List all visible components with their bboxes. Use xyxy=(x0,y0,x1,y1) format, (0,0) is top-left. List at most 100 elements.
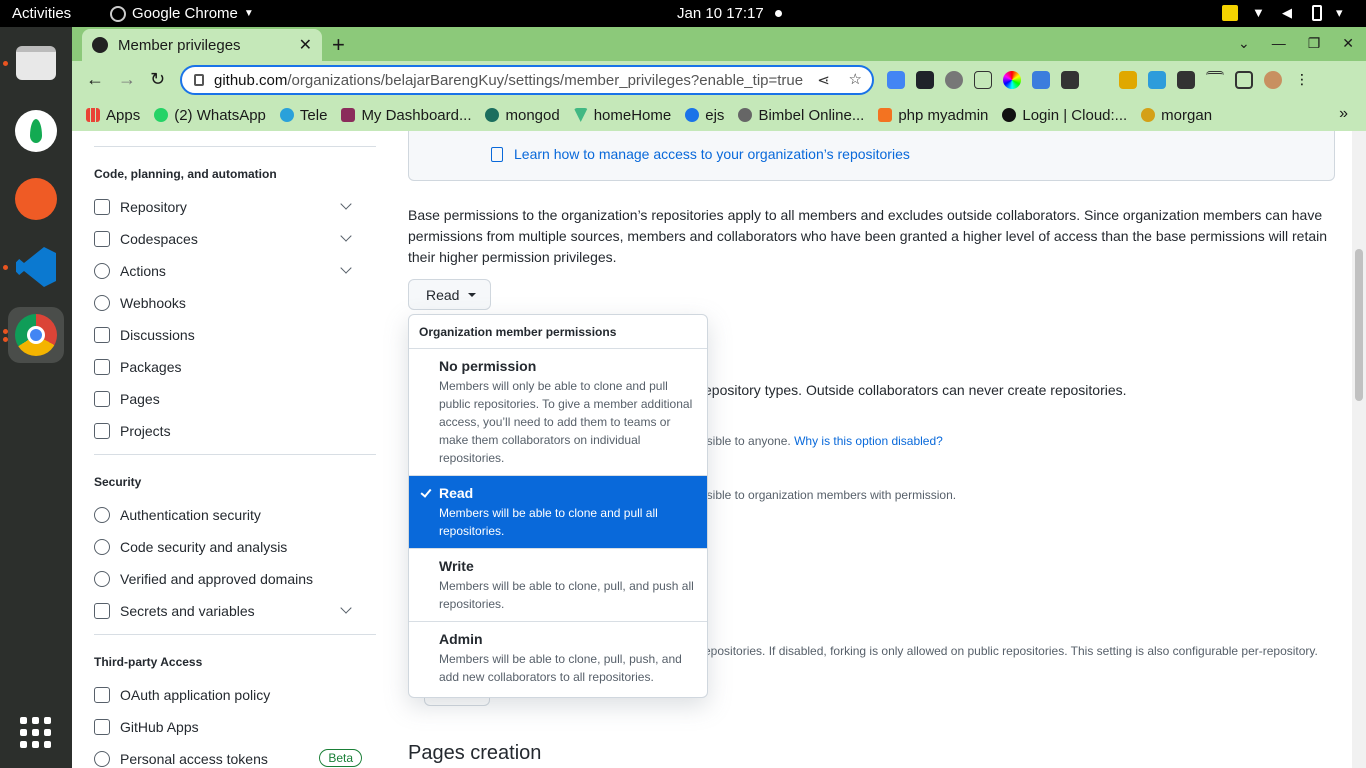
fi-extension-icon[interactable] xyxy=(1148,71,1166,89)
forward-icon[interactable]: → xyxy=(118,69,136,90)
address-bar[interactable]: github.com/organizations/belajarBarengKu… xyxy=(180,65,874,95)
morgan-icon xyxy=(1141,108,1156,122)
new-tab-icon[interactable]: + xyxy=(332,32,345,58)
reading-list-icon[interactable] xyxy=(1206,71,1224,89)
share-icon[interactable]: ⋖ xyxy=(817,71,830,89)
chrome-icon xyxy=(110,5,126,22)
volume-icon[interactable]: ◀ xyxy=(1282,5,1298,21)
notes-icon[interactable] xyxy=(1222,5,1238,21)
bookmark-dashboard[interactable]: My Dashboard... xyxy=(341,107,471,124)
chrome-app-icon[interactable] xyxy=(8,307,64,363)
function-extension-icon[interactable] xyxy=(974,71,992,89)
minimize-icon[interactable]: — xyxy=(1272,35,1286,52)
wifi-icon[interactable]: ▼ xyxy=(1252,5,1268,21)
phpmyadmin-icon xyxy=(878,108,893,122)
sidebar-item-authentication-security[interactable]: Authentication security xyxy=(94,501,362,529)
sidebar-item-packages[interactable]: Packages xyxy=(94,353,362,381)
postman-icon[interactable] xyxy=(8,171,64,227)
bookmark-star-icon[interactable]: ☆ xyxy=(849,70,862,88)
learn-access-link[interactable]: Learn how to manage access to your organ… xyxy=(514,146,910,162)
new-extension-icon[interactable] xyxy=(1061,71,1079,89)
translate-extension-icon[interactable] xyxy=(887,71,905,89)
close-window-icon[interactable]: ✕ xyxy=(1342,35,1354,52)
sidebar-item-secrets-variables[interactable]: Secrets and variables xyxy=(94,597,362,625)
extensions-bar: ⋮ xyxy=(887,71,1311,89)
back-icon[interactable]: ← xyxy=(86,69,104,90)
browser-toolbar: ← → ↻ github.com/organizations/belajarBa… xyxy=(72,61,1366,99)
menu-header: Organization member permissions xyxy=(409,315,707,349)
extension-icon[interactable] xyxy=(1032,71,1050,89)
scrollbar-thumb[interactable] xyxy=(1355,249,1363,401)
sidebar-item-webhooks[interactable]: Webhooks xyxy=(94,289,362,317)
sidebar-item-pages[interactable]: Pages xyxy=(94,385,362,413)
sidebar-item-oauth-policy[interactable]: OAuth application policy xyxy=(94,681,362,709)
bookmarks-bar: Apps (2) WhatsApp Tele My Dashboard... m… xyxy=(72,99,1366,131)
apps-grid-icon xyxy=(86,108,100,122)
bookmark-ejs[interactable]: ejs xyxy=(685,107,724,124)
bookmark-login-cloud[interactable]: Login | Cloud:... xyxy=(1002,107,1127,124)
comment-discussion-icon xyxy=(94,327,110,343)
bookmark-phpmyadmin[interactable]: php myadmin xyxy=(878,107,988,124)
maximize-icon[interactable]: ❐ xyxy=(1308,35,1321,52)
sparkle-extension-icon[interactable] xyxy=(1090,71,1108,89)
sidebar-item-discussions[interactable]: Discussions xyxy=(94,321,362,349)
sidebar-item-verified-domains[interactable]: Verified and approved domains xyxy=(94,565,362,593)
page-scrollbar[interactable] xyxy=(1352,131,1366,768)
base-permission-dropdown-button[interactable]: Read xyxy=(408,279,491,310)
react-devtools-extension-icon[interactable] xyxy=(916,71,934,89)
option-read[interactable]: Read Members will be able to clone and p… xyxy=(409,476,707,549)
battery-icon[interactable] xyxy=(1312,5,1322,21)
color-picker-extension-icon[interactable] xyxy=(1003,71,1021,89)
dock xyxy=(0,27,72,768)
github-favicon-icon xyxy=(92,37,108,53)
more-bookmarks-icon[interactable]: » xyxy=(1339,105,1348,123)
forking-description: epositories. If disabled, forking is onl… xyxy=(704,644,1318,658)
chevron-down-icon xyxy=(340,262,352,274)
bookmark-homehome[interactable]: homeHome xyxy=(573,107,671,124)
option-no-permission[interactable]: No permission Members will only be able … xyxy=(409,349,707,476)
bookmark-tele[interactable]: Tele xyxy=(279,107,327,124)
bookmark-mongod[interactable]: mongod xyxy=(485,107,560,124)
option-admin[interactable]: Admin Members will be able to clone, pul… xyxy=(409,622,707,694)
reload-icon[interactable]: ↻ xyxy=(150,69,165,90)
bookmark-apps[interactable]: Apps xyxy=(86,107,140,124)
vscode-icon[interactable] xyxy=(8,239,64,295)
files-app-icon[interactable] xyxy=(8,35,64,91)
sidebar-item-repository[interactable]: Repository xyxy=(94,193,362,221)
chevron-down-icon xyxy=(340,230,352,242)
pages-creation-heading: Pages creation xyxy=(408,742,542,764)
lock-icon[interactable] xyxy=(194,74,204,86)
tab-member-privileges[interactable]: Member privileges ✕ xyxy=(82,29,322,61)
menu-kebab-icon[interactable]: ⋮ xyxy=(1293,71,1311,89)
activities-button[interactable]: Activities xyxy=(12,5,71,22)
caret-down-icon xyxy=(468,292,477,297)
clock[interactable]: Jan 10 17:17 xyxy=(677,5,764,22)
mongodb-compass-icon[interactable] xyxy=(8,103,64,159)
sidebar-item-code-security[interactable]: Code security and analysis xyxy=(94,533,362,561)
sidebar-item-actions[interactable]: Actions xyxy=(94,257,362,285)
why-disabled-link[interactable]: Why is this option disabled? xyxy=(794,434,943,448)
bookmark-bimbel[interactable]: Bimbel Online... xyxy=(738,107,864,124)
show-apps-icon[interactable] xyxy=(20,717,52,749)
sidebar-item-github-apps[interactable]: GitHub Apps xyxy=(94,713,362,741)
bookmark-whatsapp[interactable]: (2) WhatsApp xyxy=(154,107,266,124)
sidebar-item-personal-access-tokens[interactable]: Personal access tokens Beta xyxy=(94,745,362,768)
sidebar-item-codespaces[interactable]: Codespaces xyxy=(94,225,362,253)
puzzle-extensions-icon[interactable] xyxy=(1177,71,1195,89)
app-menu[interactable]: Google Chrome ▼ xyxy=(110,5,254,22)
side-panel-icon[interactable] xyxy=(1235,71,1253,89)
settings-extension-icon[interactable] xyxy=(945,71,963,89)
bookmark-morgan[interactable]: morgan xyxy=(1141,107,1212,124)
profile-avatar[interactable] xyxy=(1264,71,1282,89)
system-tray[interactable]: ▼ ◀ ▾ xyxy=(1222,5,1352,21)
recording-indicator-icon xyxy=(775,10,782,17)
sidebar-item-projects[interactable]: Projects xyxy=(94,417,362,445)
tab-search-icon[interactable]: ⌄ xyxy=(1238,35,1250,52)
close-tab-icon[interactable]: ✕ xyxy=(299,35,312,55)
tab-title: Member privileges xyxy=(118,36,241,54)
shield-lock-icon xyxy=(94,507,110,523)
css-extension-icon[interactable] xyxy=(1119,71,1137,89)
repo-icon xyxy=(94,199,110,215)
power-icon[interactable]: ▾ xyxy=(1336,5,1352,21)
option-write[interactable]: Write Members will be able to clone, pul… xyxy=(409,549,707,622)
